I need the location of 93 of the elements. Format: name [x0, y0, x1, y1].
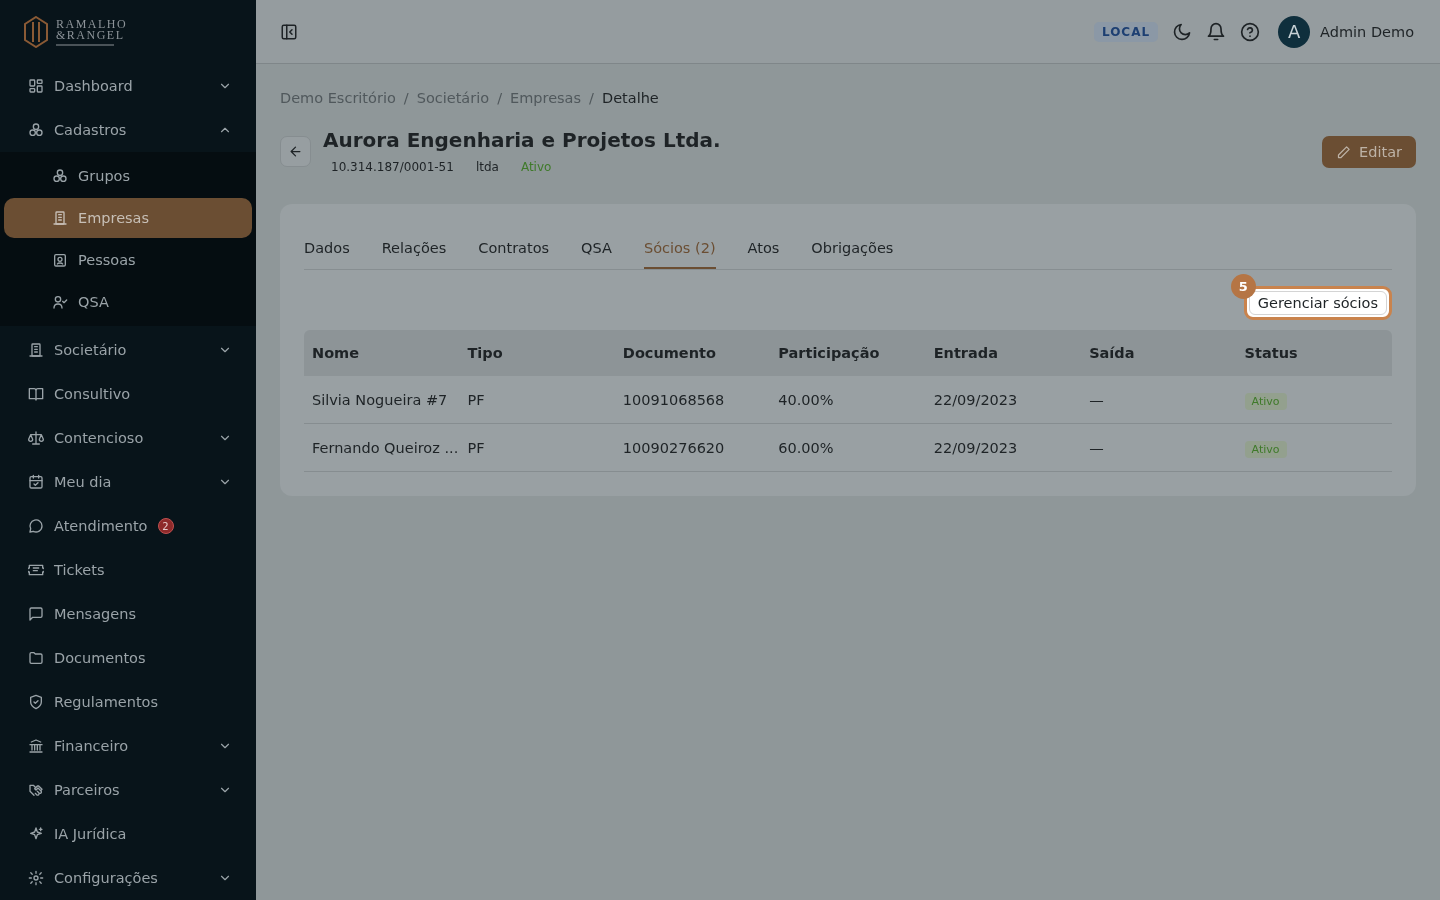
bell-icon: [1206, 21, 1227, 42]
sidebar-item[interactable]: Configurações: [4, 858, 252, 898]
help-icon: [1240, 21, 1261, 42]
handshake-icon: [28, 782, 44, 798]
book-icon: [28, 386, 44, 402]
folder-icon: [28, 650, 44, 666]
tab[interactable]: Contratos: [478, 228, 550, 269]
breadcrumb-separator: /: [589, 90, 594, 106]
user-name[interactable]: Admin Demo: [1320, 23, 1414, 40]
sidebar-item[interactable]: Cadastros: [4, 110, 252, 150]
table-cell-text: 22/09/2023: [932, 391, 1019, 408]
bank-icon: [28, 738, 44, 754]
table-cell-text: PF: [466, 439, 486, 456]
column-header: Nome: [311, 345, 361, 361]
count-badge: 2: [157, 518, 174, 534]
step-badge: 5: [1230, 274, 1256, 299]
chat-bubble-icon: [28, 518, 44, 534]
column-header: Status: [1243, 345, 1299, 361]
table-cell-text: 60.00%: [777, 439, 835, 456]
environment-badge: LOCAL: [1093, 21, 1159, 42]
sidebar-item[interactable]: Parceiros: [4, 770, 252, 810]
table-cell-text: 22/09/2023: [932, 439, 1019, 456]
circles-icon: [52, 168, 68, 184]
column-header: Saída: [1088, 345, 1136, 361]
status-text: Ativo: [520, 160, 552, 174]
person-card-icon: [52, 252, 68, 268]
scale-icon: [28, 430, 44, 446]
table-cell-text: —: [1088, 439, 1105, 456]
calendar-icon: [28, 474, 44, 490]
company-document: 10.314.187/0001-51: [331, 160, 454, 174]
sidebar-item[interactable]: Pessoas: [4, 240, 252, 280]
tab[interactable]: QSA: [581, 228, 612, 269]
page-title: Aurora Engenharia e Projetos Ltda.: [323, 128, 721, 152]
sidebar-item[interactable]: Mensagens: [4, 594, 252, 634]
logo-text: &RANGEL: [56, 29, 126, 41]
arrow-left-icon: [288, 144, 303, 159]
manage-partners-button[interactable]: Gerenciar sócios: [1248, 291, 1387, 315]
back-button[interactable]: [280, 136, 311, 167]
logo-icon: [24, 16, 48, 48]
tab[interactable]: Atos: [747, 228, 780, 269]
ticket-icon: [28, 562, 44, 578]
table-cell-text: 40.00%: [777, 391, 835, 408]
avatar[interactable]: A: [1278, 15, 1311, 48]
sidebar-item[interactable]: Meu dia: [4, 462, 252, 502]
edit-button[interactable]: Editar: [1322, 136, 1416, 168]
message-icon: [28, 606, 44, 622]
table-cell-text: 10091068568: [621, 391, 726, 408]
theme-button[interactable]: [1172, 21, 1193, 42]
sidebar-item[interactable]: Atendimento 2: [4, 506, 252, 546]
grid-icon: [28, 78, 44, 94]
shield-icon: [28, 694, 44, 710]
settings-icon: [28, 870, 44, 886]
breadcrumb-separator: /: [403, 90, 409, 106]
pencil-icon: [1336, 144, 1352, 160]
sidebar-toggle-button[interactable]: [280, 22, 298, 41]
status-badge: Ativo: [1244, 392, 1287, 410]
building-icon: [28, 342, 44, 358]
sidebar-item[interactable]: Financeiro: [4, 726, 252, 766]
table-cell-text: Fernando Queiroz ...: [311, 439, 460, 456]
tab[interactable]: Relações: [381, 228, 447, 269]
sidebar-item[interactable]: Regulamentos: [4, 682, 252, 722]
building-icon: [52, 210, 68, 226]
table-cell-text: PF: [466, 391, 486, 408]
sidebar-toggle-icon: [280, 22, 298, 41]
circles-icon: [28, 122, 44, 138]
sidebar-item[interactable]: IA Jurídica: [4, 814, 252, 854]
sidebar-item[interactable]: Dashboard: [4, 66, 252, 106]
sidebar-item[interactable]: Contencioso: [4, 418, 252, 458]
table-cell-text: 10090276620: [621, 439, 726, 456]
user-check-icon: [52, 294, 68, 310]
status-badge: Ativo: [1244, 440, 1287, 458]
column-header: Documento: [621, 345, 717, 361]
sidebar-item[interactable]: Grupos: [4, 156, 252, 196]
table-cell-text: —: [1088, 391, 1105, 408]
company-type: ltda: [475, 160, 499, 174]
sidebar-item[interactable]: Societário: [4, 330, 252, 370]
column-header: Entrada: [932, 345, 999, 361]
moon-icon: [1172, 21, 1193, 42]
column-header: Tipo: [466, 345, 504, 361]
sidebar-item[interactable]: QSA: [4, 282, 252, 322]
sparkle-icon: [28, 826, 44, 842]
tab[interactable]: Obrigações: [811, 228, 894, 269]
sidebar-item[interactable]: Tickets: [4, 550, 252, 590]
sidebar-item[interactable]: Empresas: [4, 198, 252, 238]
sidebar-item[interactable]: Documentos: [4, 638, 252, 678]
sidebar-item[interactable]: Consultivo: [4, 374, 252, 414]
breadcrumb-separator: /: [497, 90, 502, 106]
tab[interactable]: Dados: [304, 228, 350, 269]
column-header: Participação: [777, 345, 881, 361]
logo-text: RAMALHO: [56, 18, 128, 30]
help-button[interactable]: [1240, 21, 1261, 42]
table-cell-text: Silvia Nogueira #7: [311, 391, 449, 408]
notifications-button[interactable]: [1206, 21, 1227, 42]
